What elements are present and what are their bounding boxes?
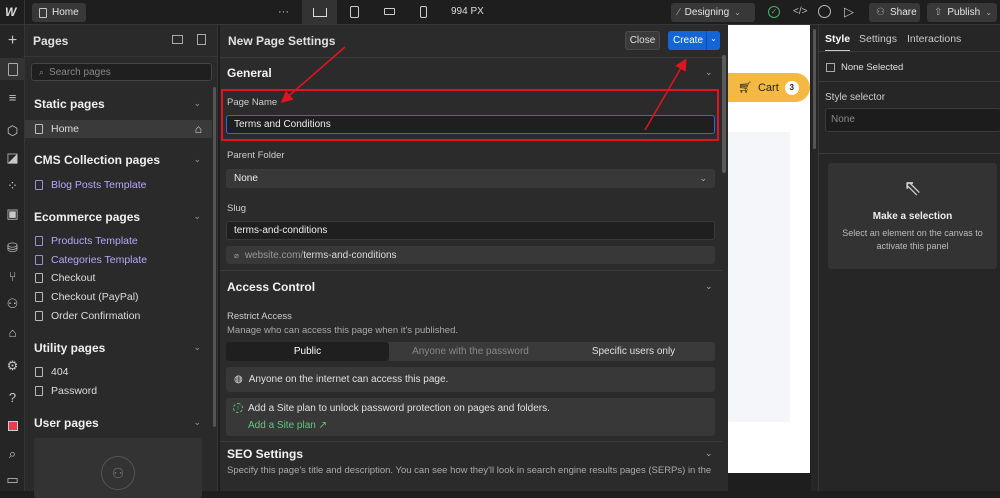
annotation-arrow-page-name <box>280 46 346 103</box>
annotation-arrows <box>280 46 687 131</box>
annotation-arrow-create <box>644 58 687 131</box>
